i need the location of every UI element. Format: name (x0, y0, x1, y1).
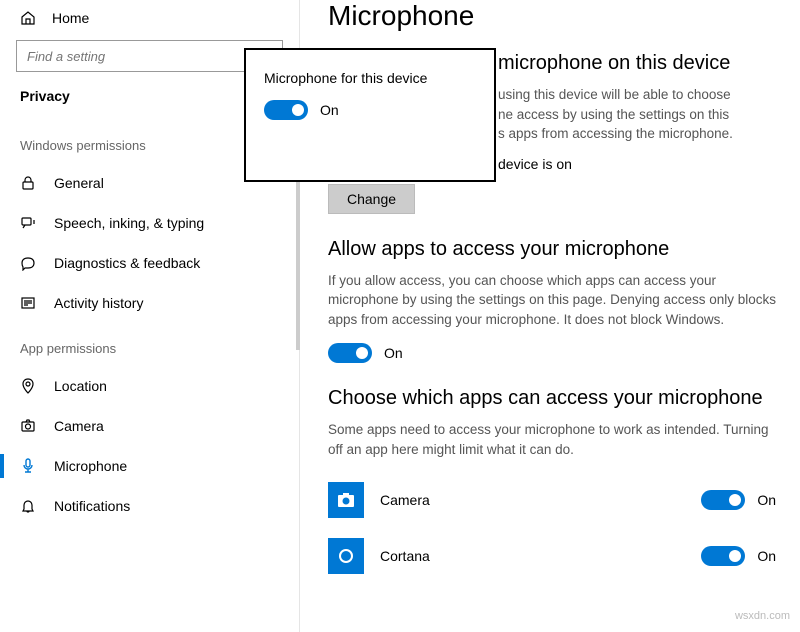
section2-body: If you allow access, you can choose whic… (328, 271, 776, 330)
nav-microphone[interactable]: Microphone (0, 446, 299, 486)
popup-title: Microphone for this device (264, 70, 476, 86)
app-camera-icon (328, 482, 364, 518)
change-button[interactable]: Change (328, 184, 415, 214)
nav-label: Camera (54, 418, 104, 434)
page-title: Microphone (328, 0, 776, 32)
app-camera-toggle[interactable] (701, 490, 745, 510)
nav-label: General (54, 175, 104, 191)
app-row-camera: Camera On (328, 472, 776, 528)
app-cortana-toggle[interactable] (701, 546, 745, 566)
camera-icon (20, 418, 36, 434)
nav-label: Activity history (54, 295, 143, 311)
nav-label: Speech, inking, & typing (54, 215, 204, 231)
feedback-icon (20, 255, 36, 271)
device-access-popup: Microphone for this device On (244, 48, 496, 182)
speech-icon (20, 215, 36, 231)
apps-access-toggle[interactable] (328, 343, 372, 363)
section3-title: Choose which apps can access your microp… (328, 387, 776, 410)
nav-label: Notifications (54, 498, 130, 514)
nav-activity[interactable]: Activity history (0, 283, 299, 323)
section1-body: using this device will be able to choose… (498, 85, 776, 144)
watermark: wsxdn.com (735, 610, 790, 622)
home-label: Home (52, 10, 89, 26)
lock-icon (20, 175, 36, 191)
toggle-label: On (757, 492, 776, 508)
nav-diagnostics[interactable]: Diagnostics & feedback (0, 243, 299, 283)
location-icon (20, 378, 36, 394)
home-icon (20, 10, 36, 26)
nav-label: Microphone (54, 458, 127, 474)
app-cortana-icon (328, 538, 364, 574)
bell-icon (20, 498, 36, 514)
section1-title: microphone on this device (498, 52, 776, 75)
nav-speech[interactable]: Speech, inking, & typing (0, 203, 299, 243)
search-input-container[interactable] (16, 40, 283, 72)
microphone-icon (20, 458, 36, 474)
section1-status: device is on (498, 156, 776, 172)
section3-body: Some apps need to access your microphone… (328, 420, 776, 459)
app-name: Camera (380, 492, 701, 508)
nav-camera[interactable]: Camera (0, 406, 299, 446)
popup-toggle-label: On (320, 102, 339, 118)
history-icon (20, 295, 36, 311)
nav-location[interactable]: Location (0, 366, 299, 406)
toggle-label: On (757, 548, 776, 564)
nav-label: Diagnostics & feedback (54, 255, 200, 271)
search-input[interactable] (27, 49, 272, 64)
nav-label: Location (54, 378, 107, 394)
device-mic-toggle[interactable] (264, 100, 308, 120)
nav-notifications[interactable]: Notifications (0, 486, 299, 526)
section-app-perms: App permissions (0, 323, 299, 366)
app-row-cortana: Cortana On (328, 528, 776, 584)
toggle-label: On (384, 345, 403, 361)
section2-title: Allow apps to access your microphone (328, 238, 776, 261)
home-button[interactable]: Home (0, 0, 299, 34)
app-name: Cortana (380, 548, 701, 564)
